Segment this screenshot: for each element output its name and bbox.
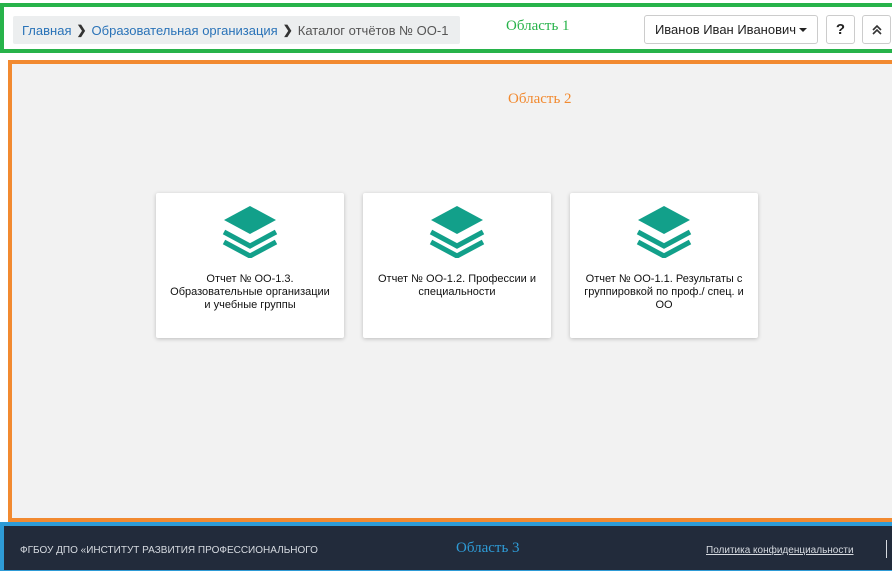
area-2-label: Область 2 xyxy=(508,91,572,107)
report-card-1-3[interactable]: Отчет № ОО-1.3. Образовательные организа… xyxy=(156,193,344,338)
footer-divider xyxy=(886,540,887,558)
report-card-1-1[interactable]: Отчет № ОО-1.1. Результаты с группировко… xyxy=(570,193,758,338)
help-label: ? xyxy=(835,21,846,38)
report-card-title: Отчет № ОО-1.1. Результаты с группировко… xyxy=(584,273,744,311)
privacy-policy-link[interactable]: Политика конфиденциальности xyxy=(706,545,854,556)
chevron-right-icon: ❯ xyxy=(76,23,87,37)
user-name: Иванов Иван Иванович xyxy=(654,22,797,37)
chevron-right-icon: ❯ xyxy=(282,23,293,37)
page: Главная ❯ Образовательная организация ❯ … xyxy=(0,0,892,571)
layers-icon xyxy=(222,206,278,258)
layers-icon xyxy=(429,206,485,258)
report-card-title: Отчет № ОО-1.2. Профессии и специальност… xyxy=(377,273,536,298)
caret-down-icon xyxy=(799,27,808,32)
breadcrumb-home-link[interactable]: Главная xyxy=(22,23,71,38)
report-card-title: Отчет № ОО-1.3. Образовательные организа… xyxy=(170,273,330,311)
area-1-label: Область 1 xyxy=(506,18,570,34)
layers-icon xyxy=(636,206,692,258)
area-3-label: Область 3 xyxy=(456,540,520,556)
user-menu-button[interactable]: Иванов Иван Иванович xyxy=(644,15,818,44)
breadcrumb: Главная ❯ Образовательная организация ❯ … xyxy=(13,16,461,44)
collapse-header-button[interactable] xyxy=(862,15,891,44)
footer-organization: ФГБОУ ДПО «ИНСТИТУТ РАЗВИТИЯ ПРОФЕССИОНА… xyxy=(20,545,318,556)
report-card-1-2[interactable]: Отчет № ОО-1.2. Профессии и специальност… xyxy=(363,193,551,338)
breadcrumb-current: Каталог отчётов № ОО-1 xyxy=(297,22,449,38)
help-button[interactable]: ? xyxy=(826,15,855,44)
double-chevron-up-icon xyxy=(871,24,882,35)
breadcrumb-organization-link[interactable]: Образовательная организация xyxy=(92,23,278,38)
